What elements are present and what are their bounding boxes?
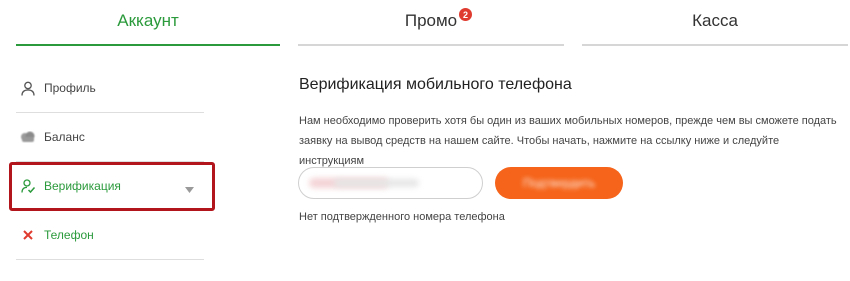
tab-account-underline bbox=[16, 44, 280, 46]
wallet-icon bbox=[20, 129, 36, 145]
confirm-button[interactable]: Подтвердить bbox=[495, 167, 623, 199]
user-icon bbox=[20, 80, 36, 96]
promo-count-badge: 2 bbox=[459, 8, 472, 21]
sidebar-item-verification[interactable]: Верификация bbox=[16, 162, 204, 211]
sidebar-item-label: Профиль bbox=[44, 81, 96, 95]
sidebar-item-phone[interactable]: Телефон bbox=[16, 211, 204, 260]
chevron-down-icon[interactable] bbox=[185, 182, 194, 196]
user-check-icon bbox=[20, 178, 36, 194]
tab-cash[interactable]: Касса bbox=[582, 0, 848, 46]
tab-cash-label: Касса bbox=[692, 11, 738, 30]
sidebar-item-label: Баланс bbox=[44, 130, 85, 144]
tab-promo[interactable]: Промо 2 bbox=[298, 0, 564, 46]
page-title: Верификация мобильного телефона bbox=[299, 76, 572, 93]
tab-promo-label: Промо bbox=[404, 11, 458, 30]
blurred-phone-number bbox=[334, 179, 419, 187]
verification-description: Нам необходимо проверить хотя бы один из… bbox=[299, 115, 837, 167]
confirm-button-label: Подтвердить bbox=[522, 176, 596, 190]
close-icon bbox=[20, 227, 36, 243]
sidebar-item-label: Верификация bbox=[44, 179, 121, 193]
sidebar-item-profile[interactable]: Профиль bbox=[16, 64, 204, 113]
phone-status-text: Нет подтвержденного номера телефона bbox=[299, 211, 505, 223]
tab-promo-underline bbox=[298, 44, 564, 46]
sidebar-item-balance[interactable]: Баланс bbox=[16, 113, 204, 162]
tab-account[interactable]: Аккаунт bbox=[16, 0, 280, 46]
sidebar-item-label: Телефон bbox=[44, 228, 94, 242]
phone-number-input[interactable] bbox=[298, 167, 483, 199]
tab-account-label: Аккаунт bbox=[117, 11, 179, 30]
tab-cash-underline bbox=[582, 44, 848, 46]
